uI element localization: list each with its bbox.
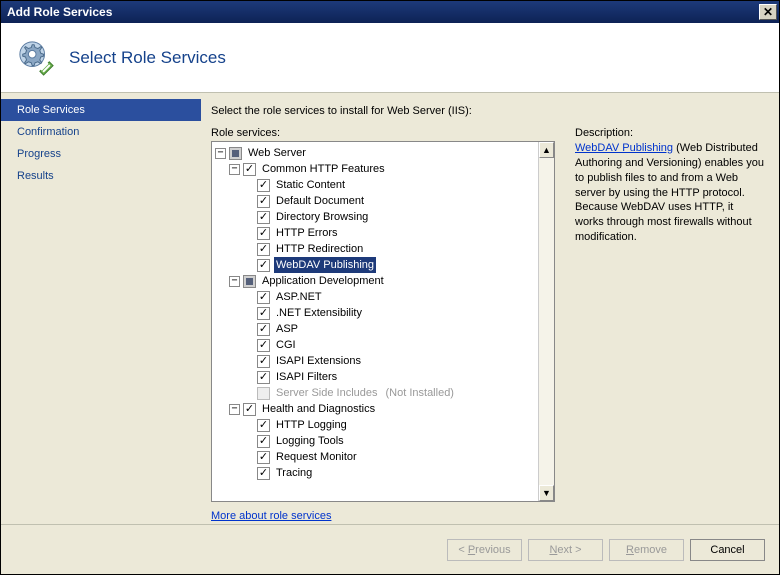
titlebar: Add Role Services ✕ bbox=[1, 1, 779, 23]
sidebar-item-progress[interactable]: Progress bbox=[1, 143, 201, 165]
header: Select Role Services bbox=[1, 23, 779, 93]
checkbox[interactable] bbox=[243, 275, 256, 288]
tree-item-health-and-diagnostics[interactable]: − Health and Diagnostics bbox=[215, 401, 538, 417]
checkbox bbox=[257, 387, 270, 400]
tree-item-webdav-publishing[interactable]: WebDAV Publishing bbox=[215, 257, 538, 273]
collapse-icon[interactable]: − bbox=[229, 164, 240, 175]
checkbox[interactable] bbox=[257, 339, 270, 352]
checkbox[interactable] bbox=[257, 195, 270, 208]
checkbox[interactable] bbox=[257, 307, 270, 320]
tree-item-default-document[interactable]: Default Document bbox=[215, 193, 538, 209]
sidebar-item-role-services[interactable]: Role Services bbox=[1, 99, 201, 121]
scroll-up-icon[interactable]: ▲ bbox=[539, 142, 554, 158]
tree-item-label[interactable]: HTTP Logging bbox=[274, 417, 349, 433]
more-link[interactable]: More about role services bbox=[211, 510, 331, 522]
collapse-icon[interactable]: − bbox=[215, 148, 226, 159]
install-state-note: (Not Installed) bbox=[386, 385, 454, 401]
tree-item-isapi-filters[interactable]: ISAPI Filters bbox=[215, 369, 538, 385]
checkbox[interactable] bbox=[243, 403, 256, 416]
tree-item-label[interactable]: WebDAV Publishing bbox=[274, 257, 376, 273]
main-panel: Select the role services to install for … bbox=[201, 93, 779, 524]
checkbox[interactable] bbox=[257, 435, 270, 448]
tree-item-label[interactable]: .NET Extensibility bbox=[274, 305, 364, 321]
tree-item-common-http-features[interactable]: − Common HTTP Features bbox=[215, 161, 538, 177]
checkbox[interactable] bbox=[229, 147, 242, 160]
checkbox[interactable] bbox=[257, 259, 270, 272]
tree-item-label[interactable]: Server Side Includes bbox=[274, 385, 380, 401]
previous-button[interactable]: < Previous bbox=[447, 539, 522, 561]
tree-item-label[interactable]: Logging Tools bbox=[274, 433, 346, 449]
footer: < Previous Next > Remove Cancel bbox=[1, 524, 779, 574]
checkbox[interactable] bbox=[257, 451, 270, 464]
role-services-icon bbox=[17, 39, 55, 77]
wizard-window: Add Role Services ✕ Select Role Services… bbox=[0, 0, 780, 575]
description-text: WebDAV Publishing (Web Distributed Autho… bbox=[575, 141, 765, 245]
tree-item-directory-browsing[interactable]: Directory Browsing bbox=[215, 209, 538, 225]
page-title: Select Role Services bbox=[69, 48, 226, 68]
tree-item-isapi-extensions[interactable]: ISAPI Extensions bbox=[215, 353, 538, 369]
tree-item-cgi[interactable]: CGI bbox=[215, 337, 538, 353]
checkbox[interactable] bbox=[257, 467, 270, 480]
scroll-track[interactable] bbox=[539, 158, 554, 485]
close-icon[interactable]: ✕ bbox=[759, 4, 777, 20]
remove-button[interactable]: Remove bbox=[609, 539, 684, 561]
tree-item-logging-tools[interactable]: Logging Tools bbox=[215, 433, 538, 449]
scroll-down-icon[interactable]: ▼ bbox=[539, 485, 554, 501]
checkbox[interactable] bbox=[257, 227, 270, 240]
tree-item-label[interactable]: ASP bbox=[274, 321, 300, 337]
description-link[interactable]: WebDAV Publishing bbox=[575, 142, 673, 154]
tree-item-label[interactable]: Web Server bbox=[246, 145, 308, 161]
instruction-text: Select the role services to install for … bbox=[211, 105, 765, 117]
window-title: Add Role Services bbox=[7, 5, 759, 19]
description-label: Description: bbox=[575, 127, 765, 139]
tree-item-http-logging[interactable]: HTTP Logging bbox=[215, 417, 538, 433]
collapse-icon[interactable]: − bbox=[229, 404, 240, 415]
tree-item-label[interactable]: Directory Browsing bbox=[274, 209, 370, 225]
next-button[interactable]: Next > bbox=[528, 539, 603, 561]
tree-item-request-monitor[interactable]: Request Monitor bbox=[215, 449, 538, 465]
tree-item-label[interactable]: ISAPI Extensions bbox=[274, 353, 363, 369]
tree-item-application-development[interactable]: − Application Development bbox=[215, 273, 538, 289]
checkbox[interactable] bbox=[257, 211, 270, 224]
checkbox[interactable] bbox=[257, 323, 270, 336]
tree-item-http-redirection[interactable]: HTTP Redirection bbox=[215, 241, 538, 257]
checkbox[interactable] bbox=[257, 419, 270, 432]
tree-item-label[interactable]: Request Monitor bbox=[274, 449, 359, 465]
tree-item-label[interactable]: Common HTTP Features bbox=[260, 161, 387, 177]
tree-label: Role services: bbox=[211, 127, 555, 139]
tree-item-label[interactable]: Default Document bbox=[274, 193, 366, 209]
checkbox[interactable] bbox=[257, 179, 270, 192]
description-body: (Web Distributed Authoring and Versionin… bbox=[575, 142, 764, 243]
tree-item--net-extensibility[interactable]: .NET Extensibility bbox=[215, 305, 538, 321]
scrollbar[interactable]: ▲ ▼ bbox=[538, 142, 554, 501]
tree-item-web-server[interactable]: − Web Server bbox=[215, 145, 538, 161]
cancel-button[interactable]: Cancel bbox=[690, 539, 765, 561]
tree-item-label[interactable]: Tracing bbox=[274, 465, 314, 481]
tree-item-label[interactable]: Static Content bbox=[274, 177, 347, 193]
tree-item-server-side-includes[interactable]: Server Side Includes (Not Installed) bbox=[215, 385, 538, 401]
tree-item-asp-net[interactable]: ASP.NET bbox=[215, 289, 538, 305]
checkbox[interactable] bbox=[257, 243, 270, 256]
tree-item-label[interactable]: CGI bbox=[274, 337, 298, 353]
tree-item-label[interactable]: Application Development bbox=[260, 273, 386, 289]
tree-item-label[interactable]: Health and Diagnostics bbox=[260, 401, 377, 417]
checkbox[interactable] bbox=[257, 371, 270, 384]
collapse-icon[interactable]: − bbox=[229, 276, 240, 287]
checkbox[interactable] bbox=[257, 355, 270, 368]
tree-item-label[interactable]: ISAPI Filters bbox=[274, 369, 339, 385]
tree-item-label[interactable]: HTTP Redirection bbox=[274, 241, 365, 257]
checkbox[interactable] bbox=[243, 163, 256, 176]
tree-item-tracing[interactable]: Tracing bbox=[215, 465, 538, 481]
body: Role ServicesConfirmationProgressResults… bbox=[1, 93, 779, 524]
role-services-tree[interactable]: −Web Server−Common HTTP FeaturesStatic C… bbox=[211, 141, 555, 502]
tree-item-label[interactable]: ASP.NET bbox=[274, 289, 324, 305]
sidebar: Role ServicesConfirmationProgressResults bbox=[1, 93, 201, 524]
sidebar-item-confirmation[interactable]: Confirmation bbox=[1, 121, 201, 143]
sidebar-item-results[interactable]: Results bbox=[1, 165, 201, 187]
tree-item-http-errors[interactable]: HTTP Errors bbox=[215, 225, 538, 241]
tree-item-static-content[interactable]: Static Content bbox=[215, 177, 538, 193]
tree-item-label[interactable]: HTTP Errors bbox=[274, 225, 340, 241]
checkbox[interactable] bbox=[257, 291, 270, 304]
tree-item-asp[interactable]: ASP bbox=[215, 321, 538, 337]
